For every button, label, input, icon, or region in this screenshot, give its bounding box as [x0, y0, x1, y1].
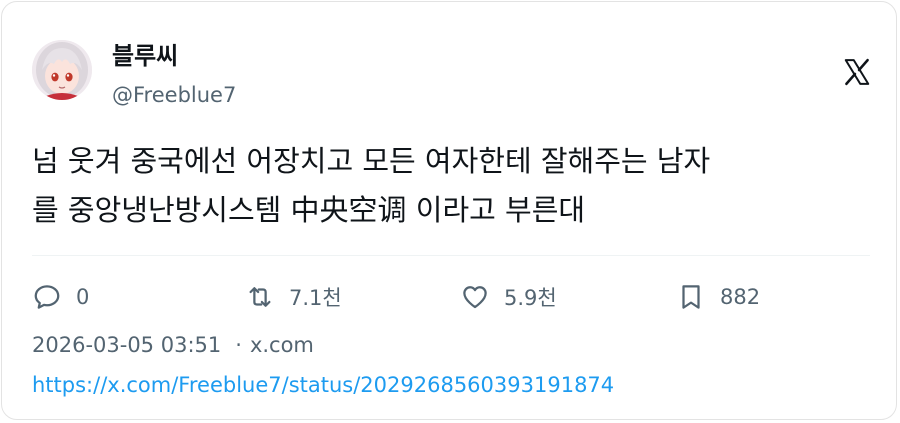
heart-icon — [463, 286, 487, 309]
repost-button[interactable]: 7.1천 — [245, 279, 342, 315]
x-logo-svg — [844, 58, 870, 86]
author-handle[interactable]: @Freeblue7 — [112, 80, 236, 110]
repost-icon — [249, 287, 271, 307]
timestamp[interactable]: 2026-03-05 03:51 — [32, 333, 221, 357]
tweet-text-line: 넘 웃겨 중국에선 어장치고 모든 여자한테 잘해주는 남자 — [32, 144, 711, 178]
tweet-text-line: 를 중앙냉난방시스템 中央空调 이라고 부른대 — [32, 193, 586, 227]
tweet-meta: 2026-03-05 03:51 · x.com — [32, 330, 314, 360]
like-button[interactable]: 5.9천 — [460, 279, 557, 315]
meta-separator: · — [235, 333, 242, 357]
tweet-card: 블루씨 @Freeblue7 넘 웃겨 중국에선 어장치고 모든 여자한테 잘해… — [1, 1, 897, 420]
avatar-image — [32, 40, 92, 100]
bookmark-button[interactable]: 882 — [676, 279, 760, 315]
bookmark-icon — [682, 285, 700, 309]
tweet-url-link[interactable]: https://x.com/Freeblue7/status/202926856… — [32, 370, 614, 400]
x-logo-icon[interactable] — [842, 57, 872, 87]
source-label: x.com — [249, 333, 314, 357]
like-count: 5.9천 — [504, 286, 557, 310]
tweet-text: 넘 웃겨 중국에선 어장치고 모든 여자한테 잘해주는 남자 를 중앙냉난방시스… — [32, 137, 872, 235]
reply-button[interactable]: 0 — [32, 279, 89, 315]
divider — [32, 255, 870, 256]
avatar[interactable] — [32, 40, 92, 100]
bookmark-count: 882 — [720, 285, 761, 309]
reply-icon — [34, 285, 60, 309]
author-display-name[interactable]: 블루씨 — [112, 40, 178, 72]
repost-count: 7.1천 — [289, 286, 342, 310]
reply-count: 0 — [76, 285, 90, 309]
